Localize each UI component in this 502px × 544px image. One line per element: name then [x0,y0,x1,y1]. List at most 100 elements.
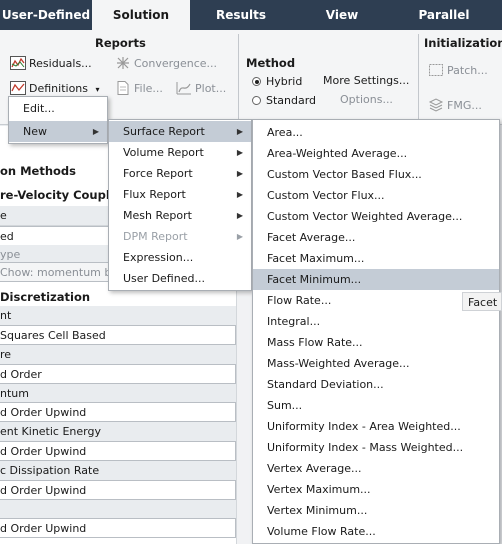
tab-parallel[interactable]: Parallel [392,0,496,30]
menu-item-standard-deviation[interactable]: Standard Deviation... [253,374,499,395]
menu-item-integral[interactable]: Integral... [253,311,499,332]
submenu-arrow-icon: ▶ [236,211,243,220]
report-plot-label: Plot... [195,82,227,95]
disc-label: nt [0,306,236,326]
disc-field[interactable]: d Order Upwind [0,441,236,461]
convergence-icon [115,56,131,70]
definitions-icon [10,81,26,95]
options-button[interactable]: Options... [340,91,393,109]
residuals-icon [10,56,26,70]
menu-item-vertex-maximum[interactable]: Vertex Maximum... [253,479,499,500]
report-plot-button[interactable]: Plot... [176,80,226,98]
tab-user-defined[interactable]: User-Defined [0,0,92,30]
tab-solution[interactable]: Solution [92,0,190,30]
hybrid-radio[interactable]: Hybrid [252,73,302,91]
ribbon-separator [238,34,239,122]
file-icon [115,81,131,95]
menu-item-uniformity-index-mass[interactable]: Uniformity Index - Mass Weighted... [253,437,499,458]
patch-button[interactable]: Patch... [428,62,488,80]
radio-selected-icon [252,77,261,86]
menu-item-new[interactable]: New ▶ [9,121,107,142]
methods-title: on Methods [0,164,76,178]
menu-item-label: Surface Report [123,125,205,138]
disc-field[interactable]: d Order Upwind [0,402,236,422]
new-report-menu: Surface Report ▶ Volume Report ▶ Force Rep… [108,119,252,291]
menu-item-volume-report[interactable]: Volume Report ▶ [109,142,251,163]
menu-item-vertex-average[interactable]: Vertex Average... [253,458,499,479]
menu-item-user-defined[interactable]: User Defined... [109,268,251,289]
plot-icon [176,81,192,95]
disc-field[interactable]: d Order Upwind [0,518,236,538]
submenu-arrow-icon: ▶ [236,148,243,157]
menu-item-flux-report[interactable]: Flux Report ▶ [109,184,251,205]
hybrid-label: Hybrid [266,75,303,88]
more-settings-button[interactable]: More Settings... [323,72,409,90]
ribbon-tab-bar: User-Defined Solution Results View Paral… [0,0,502,30]
menu-item-facet-maximum[interactable]: Facet Maximum... [253,248,499,269]
convergence-button[interactable]: Convergence... [115,55,217,73]
menu-item-new-label: New [23,125,47,138]
fmg-icon [428,98,444,112]
submenu-arrow-icon: ▶ [236,232,243,241]
menu-item-mesh-report[interactable]: Mesh Report ▶ [109,205,251,226]
menu-item-custom-vector-flux[interactable]: Custom Vector Flux... [253,185,499,206]
convergence-label: Convergence... [134,57,218,70]
menu-item-volume-flow-rate[interactable]: Volume Flow Rate... [253,521,499,542]
menu-item-vertex-minimum[interactable]: Vertex Minimum... [253,500,499,521]
menu-item-label: Force Report [123,167,193,180]
patch-label: Patch... [447,64,488,77]
disc-field[interactable]: d Order [0,364,236,384]
tooltip: Facet M [462,292,502,311]
menu-item-area-weighted-average[interactable]: Area-Weighted Average... [253,143,499,164]
menu-item-label: DPM Report [123,230,188,243]
disc-label: c Dissipation Rate [0,461,236,481]
definitions-label: Definitions [29,82,88,95]
report-file-label: File... [134,82,163,95]
menu-item-expression[interactable]: Expression... [109,247,251,268]
fmg-button[interactable]: FMG... [428,97,482,115]
method-group-title: Method [246,56,296,70]
menu-item-mass-flow-rate[interactable]: Mass Flow Rate... [253,332,499,353]
chevron-down-icon: ▾ [95,85,100,94]
disc-field[interactable]: Squares Cell Based [0,325,236,345]
menu-item-sum[interactable]: Sum... [253,395,499,416]
menu-item-custom-vector-based-flux[interactable]: Custom Vector Based Flux... [253,164,499,185]
fmg-label: FMG... [447,99,482,112]
tab-results[interactable]: Results [192,0,290,30]
menu-item-label: Mesh Report [123,209,192,222]
submenu-arrow-icon: ▶ [92,127,99,136]
ribbon-separator [418,34,419,122]
disc-label [0,500,236,520]
initialization-group-title: Initialization [424,36,502,50]
coupling-title: re-Velocity Coupli [0,188,114,202]
menu-item-mass-weighted-average[interactable]: Mass-Weighted Average... [253,353,499,374]
tab-view[interactable]: View [292,0,392,30]
report-file-button[interactable]: File... [115,80,163,98]
menu-item-label: Flux Report [123,188,186,201]
disc-field[interactable]: d Order Upwind [0,480,236,500]
discretization-title: Discretization [0,290,91,304]
menu-item-custom-vector-weighted-average[interactable]: Custom Vector Weighted Average... [253,206,499,227]
submenu-arrow-icon: ▶ [236,127,243,136]
disc-label: ent Kinetic Energy [0,422,236,442]
menu-item-uniformity-index-area[interactable]: Uniformity Index - Area Weighted... [253,416,499,437]
standard-label: Standard [266,94,317,107]
standard-radio[interactable]: Standard [252,92,316,110]
surface-report-menu: Area... Area-Weighted Average... Custom … [252,119,500,544]
radio-unselected-icon [252,96,261,105]
menu-item-label: Volume Report [123,146,204,159]
menu-item-facet-average[interactable]: Facet Average... [253,227,499,248]
submenu-arrow-icon: ▶ [236,190,243,199]
patch-icon [428,63,444,77]
menu-item-surface-report[interactable]: Surface Report ▶ [109,121,251,142]
residuals-label: Residuals... [29,57,92,70]
menu-item-force-report[interactable]: Force Report ▶ [109,163,251,184]
menu-item-edit[interactable]: Edit... [9,98,107,119]
definitions-menu: Edit... New ▶ [8,96,108,144]
menu-item-facet-minimum[interactable]: Facet Minimum... [253,269,499,290]
menu-item-area[interactable]: Area... [253,122,499,143]
disc-label: ntum [0,384,236,404]
residuals-button[interactable]: Residuals... [10,55,92,73]
menu-item-dpm-report[interactable]: DPM Report ▶ [109,226,251,247]
reports-group-title: Reports [95,36,146,50]
